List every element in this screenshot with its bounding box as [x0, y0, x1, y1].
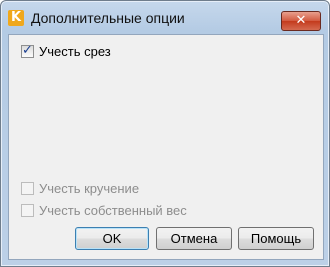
option-torsion: Учесть кручение	[21, 181, 139, 196]
ok-button[interactable]: OK	[75, 227, 149, 250]
self-weight-label: Учесть собственный вес	[39, 203, 187, 218]
close-button[interactable]: ✕	[281, 11, 321, 31]
option-shear[interactable]: ✓ Учесть срез	[21, 43, 111, 59]
window-title: Дополнительные опции	[31, 10, 185, 26]
close-icon: ✕	[295, 13, 307, 28]
dialog-window: K Дополнительные опции ✕ ✓ Учесть срез У…	[0, 0, 330, 267]
dialog-body: ✓ Учесть срез Учесть кручение Учесть соб…	[8, 34, 324, 260]
torsion-label: Учесть кручение	[39, 181, 140, 196]
shear-label: Учесть срез	[39, 44, 111, 59]
self-weight-checkbox	[21, 204, 34, 217]
check-mark-icon: ✓	[22, 43, 33, 58]
option-self-weight: Учесть собственный вес	[21, 203, 187, 218]
title-bar[interactable]: K Дополнительные опции ✕	[1, 1, 329, 35]
torsion-checkbox	[21, 182, 34, 195]
help-button[interactable]: Помощь	[238, 227, 314, 250]
shear-checkbox[interactable]: ✓	[21, 43, 34, 58]
cancel-button[interactable]: Отмена	[156, 227, 232, 250]
app-logo-icon: K	[8, 10, 24, 26]
